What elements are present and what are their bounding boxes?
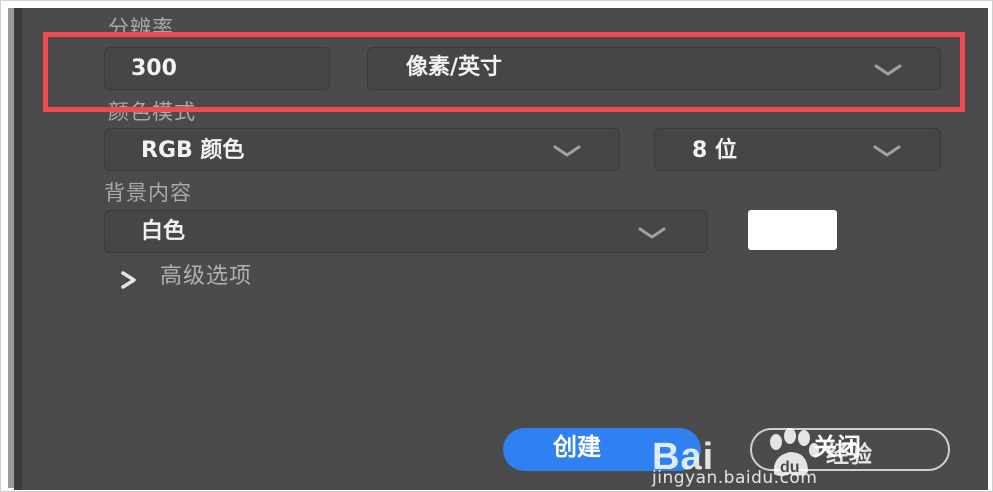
chevron-down-icon: [873, 145, 901, 157]
background-contents-label: 背景内容: [104, 181, 192, 205]
panel-edge: [14, 8, 22, 490]
background-color-swatch[interactable]: [748, 210, 837, 250]
background-contents-select[interactable]: [104, 210, 708, 253]
chevron-down-icon: [638, 227, 666, 239]
chevron-right-icon[interactable]: [118, 270, 140, 290]
highlight-annotation: [43, 32, 965, 112]
create-button-label: 创建: [553, 433, 601, 461]
color-mode-value: RGB 颜色: [141, 138, 245, 163]
watermark-url: jingyan.baidu.com: [652, 468, 818, 488]
advanced-options-toggle[interactable]: 高级选项: [160, 265, 252, 289]
watermark-subtitle: 经验: [826, 442, 872, 468]
chevron-down-icon: [553, 145, 581, 157]
bit-depth-value: 8 位: [692, 138, 737, 163]
background-contents-value: 白色: [141, 219, 186, 244]
